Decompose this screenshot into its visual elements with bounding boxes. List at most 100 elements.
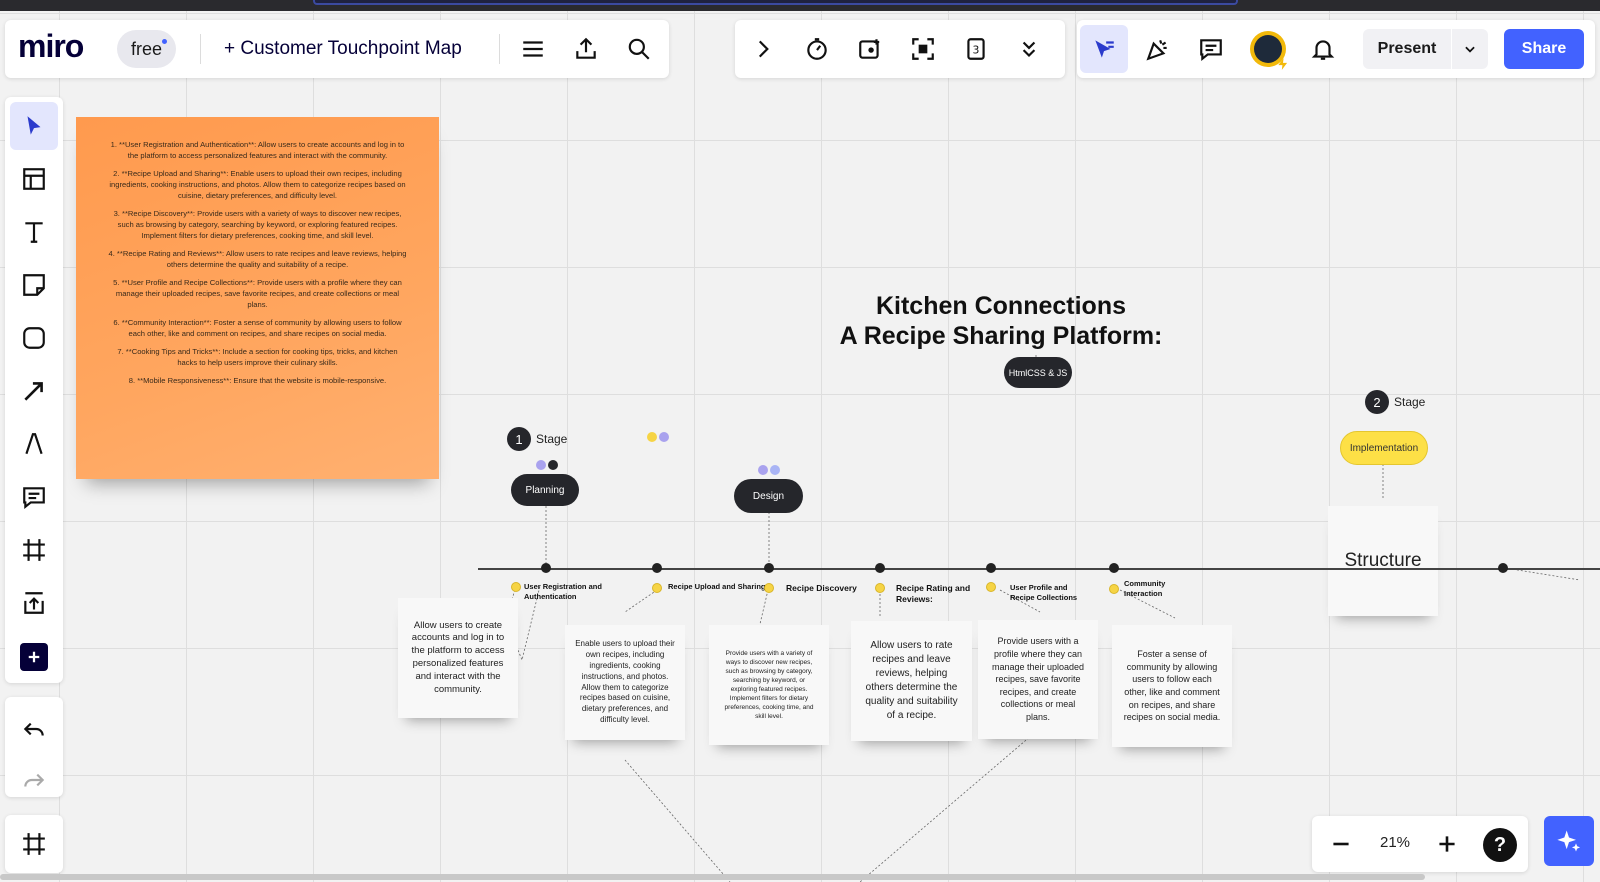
upload-icon (576, 37, 596, 59)
cursor-mode-button[interactable] (1080, 25, 1128, 73)
connection-line-tool[interactable] (16, 373, 52, 409)
frames-list-button[interactable] (16, 826, 52, 862)
arrow-icon (24, 382, 43, 401)
sticky-note-tool[interactable] (16, 267, 52, 303)
plus-icon (1439, 836, 1455, 852)
description-note[interactable]: Provide users with a variety of ways to … (709, 625, 829, 745)
miro-logo[interactable]: miro (18, 28, 84, 65)
timeline-node (652, 563, 662, 573)
cursor-icon (27, 116, 41, 135)
planning-pill[interactable]: Planning (511, 474, 579, 506)
board-title[interactable]: + Customer Touchpoint Map (224, 38, 462, 60)
celebrate-button[interactable] (1140, 31, 1176, 67)
sticky-paragraph: 6. **Community Interaction**: Foster a s… (113, 318, 402, 338)
step-marker (986, 582, 996, 592)
share-button[interactable]: Share (1504, 29, 1584, 69)
chevron-right-icon (758, 40, 769, 58)
description-note[interactable]: Enable users to upload their own recipes… (565, 625, 685, 740)
undo-button[interactable] (16, 711, 52, 747)
text-tool[interactable] (16, 214, 52, 250)
user-avatar[interactable] (1250, 31, 1288, 70)
voting-button[interactable] (852, 31, 888, 67)
sticky-paragraph: 3. **Recipe Discovery**: Provide users w… (113, 209, 402, 240)
design-pill[interactable]: Design (734, 479, 803, 513)
collaborator-dot (536, 460, 546, 470)
stage-2-label[interactable]: Stage (1394, 395, 1425, 409)
sticky-paragraph: 4. **Recipe Rating and Reviews**: Allow … (108, 249, 407, 269)
plan-badge-label: free (131, 38, 163, 59)
svg-text:3: 3 (973, 43, 980, 56)
description-note[interactable]: Provide users with a profile where they … (978, 620, 1098, 739)
ai-assist-button[interactable] (1544, 816, 1594, 866)
sticky-paragraph: 1. **User Registration and Authenticatio… (110, 140, 405, 160)
sticky-paragraph: 2. **Recipe Upload and Sharing**: Enable… (109, 169, 406, 200)
timeline-node (541, 563, 551, 573)
redo-button[interactable] (16, 762, 52, 798)
templates-tool[interactable] (16, 161, 52, 197)
select-tool[interactable] (10, 102, 58, 150)
plus-icon (28, 651, 40, 663)
plan-badge-dot (162, 39, 168, 44)
chevron-down-icon (1465, 46, 1475, 53)
board-heading[interactable]: Kitchen Connections A Recipe Sharing Pla… (816, 291, 1186, 351)
comment-icon (1200, 39, 1222, 62)
timeline-node (1109, 563, 1119, 573)
step-label[interactable]: Recipe Rating and Reviews: (896, 583, 982, 605)
upload-box-icon (24, 592, 44, 614)
focus-frame-icon (912, 38, 934, 60)
focus-button[interactable] (905, 31, 941, 67)
pen-tool[interactable] (16, 426, 52, 462)
zoom-out-button[interactable] (1323, 826, 1359, 862)
countdown-button[interactable]: 3 (958, 31, 994, 67)
timeline-node (764, 563, 774, 573)
redo-icon (24, 773, 45, 787)
comment-icon (23, 487, 45, 510)
notifications-button[interactable] (1305, 31, 1341, 67)
step-label[interactable]: Community Interaction (1124, 579, 1188, 599)
sticky-paragraph: 7. **Cooking Tips and Tricks**: Include … (117, 347, 398, 367)
structure-note[interactable]: Structure (1328, 506, 1438, 616)
stage-1-label[interactable]: Stage (536, 432, 567, 446)
cursor-flag-icon (1095, 40, 1114, 58)
text-icon (25, 222, 43, 243)
timer-icon (807, 38, 827, 60)
collaborator-dot (647, 432, 657, 442)
comment-tool[interactable] (16, 479, 52, 515)
description-note[interactable]: Foster a sense of community by allowing … (1112, 625, 1232, 747)
requirements-sticky-note[interactable]: 1. **User Registration and Authenticatio… (76, 117, 439, 479)
expand-tools-button[interactable] (745, 31, 781, 67)
step-label[interactable]: User Registration and Authentication (524, 582, 654, 602)
more-apps-tool[interactable] (20, 643, 48, 671)
step-label[interactable]: Recipe Discovery (786, 583, 876, 594)
search-button[interactable] (621, 31, 657, 67)
timeline-node (1498, 563, 1508, 573)
step-label[interactable]: Recipe Upload and Sharing (668, 582, 778, 592)
description-note[interactable]: Allow users to create accounts and log i… (398, 598, 518, 718)
timer-button[interactable] (799, 31, 835, 67)
step-label[interactable]: User Profile and Recipe Collections (1010, 583, 1088, 603)
tech-stack-pill[interactable]: HtmlCSS & JS (1004, 357, 1072, 388)
implementation-pill[interactable]: Implementation (1340, 431, 1428, 465)
shape-tool[interactable] (16, 320, 52, 356)
frame-icon (23, 833, 45, 855)
help-button[interactable]: ? (1483, 828, 1517, 862)
upload-tool[interactable] (16, 585, 52, 621)
present-options-button[interactable] (1452, 29, 1488, 69)
export-button[interactable] (568, 31, 604, 67)
description-note[interactable]: Allow users to rate recipes and leave re… (851, 621, 972, 741)
zoom-level[interactable]: 21% (1380, 834, 1410, 851)
sticky-note-icon (23, 274, 45, 296)
plan-badge[interactable]: free (117, 30, 177, 68)
sticky-paragraph: 8. **Mobile Responsiveness**: Ensure tha… (128, 376, 387, 385)
horizontal-scrollbar[interactable] (0, 874, 1425, 880)
comments-button[interactable] (1193, 31, 1229, 67)
present-button[interactable]: Present (1363, 29, 1451, 69)
divider (200, 34, 201, 64)
frame-tool[interactable] (16, 532, 52, 568)
main-menu-button[interactable] (515, 31, 551, 67)
stage-1-number[interactable]: 1 (507, 427, 531, 451)
collaborator-dot (548, 460, 558, 470)
more-tools-button[interactable] (1011, 31, 1047, 67)
zoom-in-button[interactable] (1429, 826, 1465, 862)
stage-2-number[interactable]: 2 (1365, 390, 1389, 414)
